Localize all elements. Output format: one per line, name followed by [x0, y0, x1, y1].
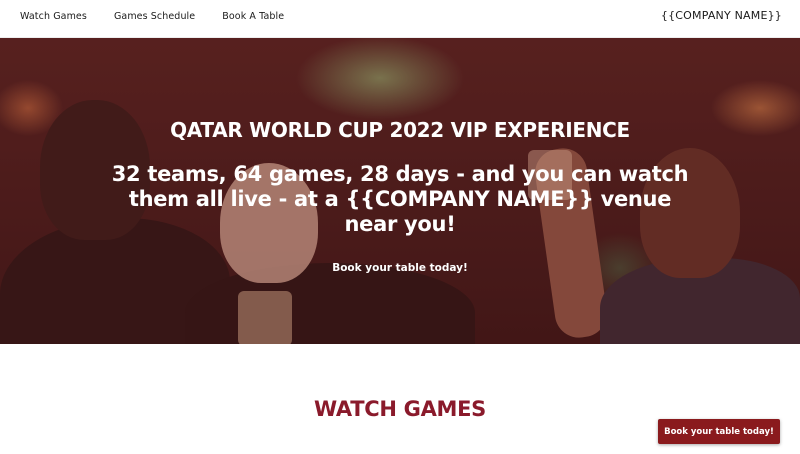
- nav-book-a-table-link[interactable]: Book A Table: [222, 10, 284, 24]
- brand-name[interactable]: {{COMPANY NAME}}: [661, 9, 782, 23]
- hero-cta-text: Book your table today!: [332, 262, 468, 274]
- top-navigation: Watch Games Games Schedule Book A Table …: [0, 0, 800, 38]
- nav-links: Watch Games Games Schedule Book A Table: [20, 10, 311, 24]
- nav-watch-games-link[interactable]: Watch Games: [20, 10, 87, 24]
- nav-games-schedule-link[interactable]: Games Schedule: [114, 10, 195, 24]
- hero-title: QATAR WORLD CUP 2022 VIP EXPERIENCE: [170, 118, 630, 142]
- hero-text-block: QATAR WORLD CUP 2022 VIP EXPERIENCE 32 t…: [0, 38, 800, 344]
- watch-games-heading: WATCH GAMES: [313, 397, 487, 421]
- hero-subtitle: 32 teams, 64 games, 28 days - and you ca…: [111, 162, 689, 236]
- hero-banner: QATAR WORLD CUP 2022 VIP EXPERIENCE 32 t…: [0, 38, 800, 344]
- book-table-button[interactable]: Book your table today!: [658, 419, 780, 444]
